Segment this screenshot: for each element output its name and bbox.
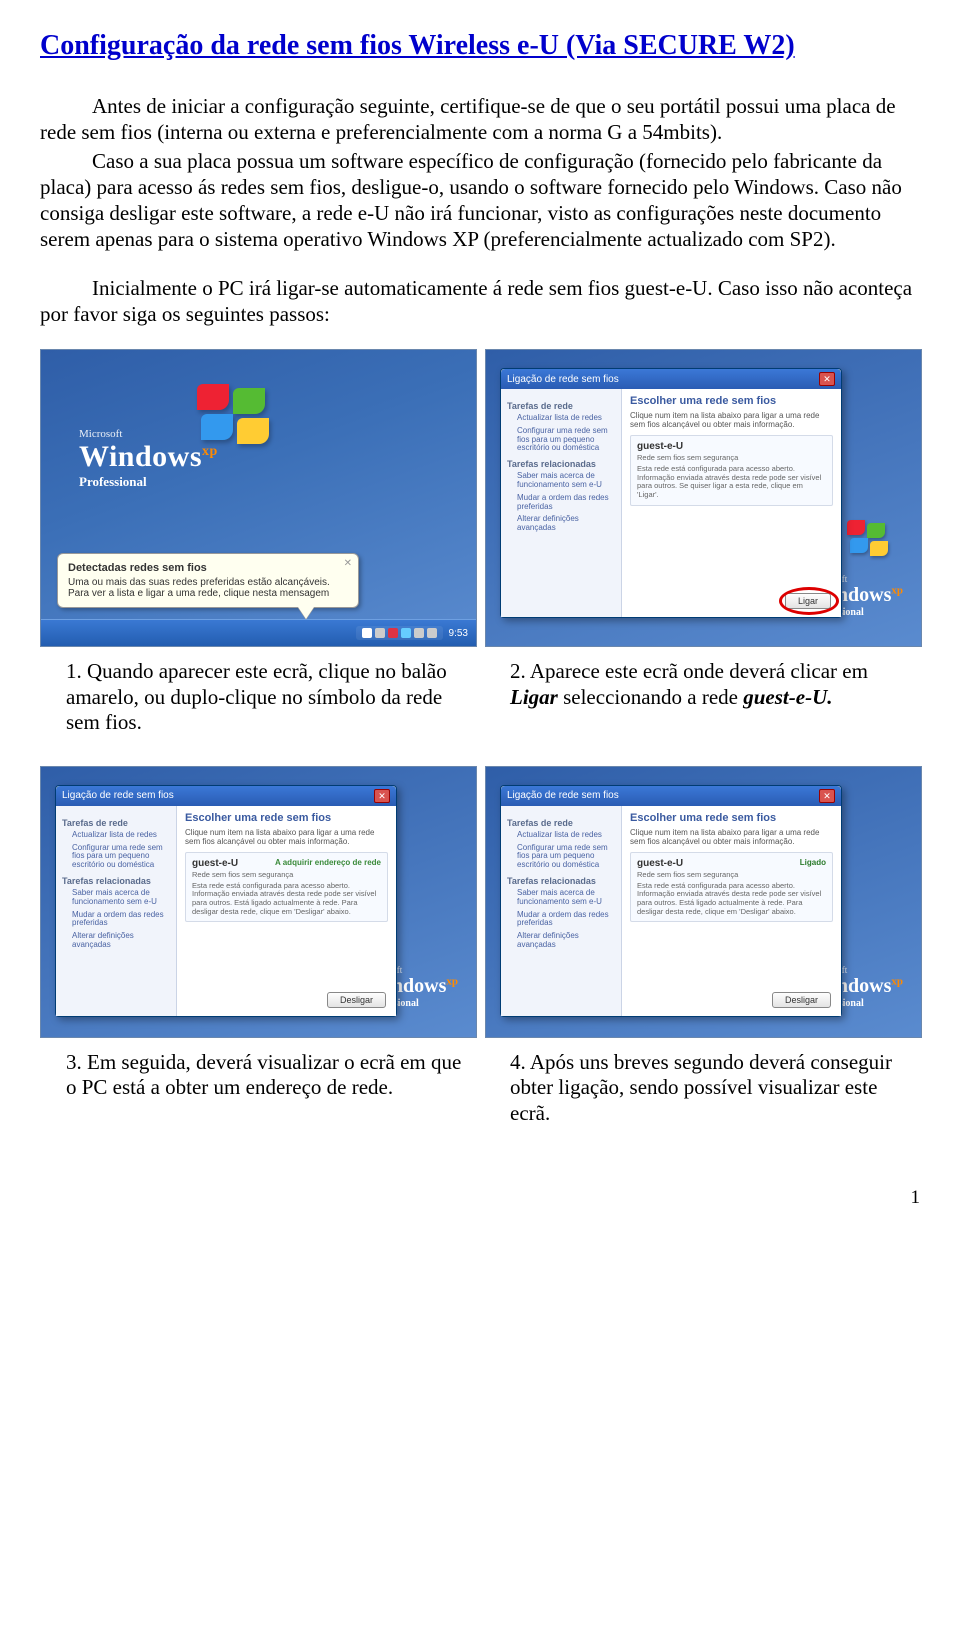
close-icon[interactable]: ✕ [819, 789, 835, 803]
sidebar-link[interactable]: Mudar a ordem das redes preferidas [72, 911, 170, 929]
sidebar-link[interactable]: Actualizar lista de redes [72, 831, 170, 840]
intro-paragraph-3: Inicialmente o PC irá ligar-se automatic… [40, 275, 920, 328]
screenshot-row-1: Microsoft Windowsxp Professional ✕ Detec… [40, 349, 920, 647]
network-item[interactable]: A adquirir endereço de rede guest-e-U Re… [185, 852, 388, 922]
window-titlebar: Ligação de rede sem fios ✕ [501, 369, 841, 389]
taskbar-clock: 9:53 [449, 628, 468, 639]
sidebar-link[interactable]: Saber mais acerca de funcionamento sem e… [72, 889, 170, 907]
system-tray[interactable] [356, 626, 443, 640]
screenshot-4: Microsoft Windowsxp Professional Ligação… [485, 766, 922, 1038]
caption-3: 3. Em seguida, deverá visualizar o ecrã … [40, 1050, 476, 1127]
sidebar-link[interactable]: Configurar uma rede sem fios para um peq… [517, 844, 615, 870]
network-item[interactable]: Ligado guest-e-U Rede sem fios sem segur… [630, 852, 833, 922]
sidebar-link[interactable]: Mudar a ordem das redes preferidas [517, 911, 615, 929]
window-main: Escolher uma rede sem fios Clique num it… [622, 389, 841, 617]
close-icon[interactable]: ✕ [819, 372, 835, 386]
balloon-title: Detectadas redes sem fios [68, 562, 348, 574]
caption-1: 1. Quando aparecer este ecrã, clique no … [40, 659, 476, 736]
caption-2: 2. Aparece este ecrã onde deverá clicar … [500, 659, 920, 736]
tray-icon[interactable] [427, 628, 437, 638]
network-status: Ligado [800, 858, 826, 867]
sidebar-link[interactable]: Actualizar lista de redes [517, 414, 615, 423]
windows-logo: Microsoft Windowsxp Professional [79, 428, 218, 490]
sidebar-link[interactable]: Alterar definições avançadas [517, 932, 615, 950]
wireless-window: Ligação de rede sem fios ✕ Tarefas de re… [500, 368, 842, 618]
windows-flag-icon [847, 520, 895, 560]
tray-icon[interactable] [362, 628, 372, 638]
network-item[interactable]: guest-e-U Rede sem fios sem segurança Es… [630, 435, 833, 505]
page-title: Configuração da rede sem fios Wireless e… [40, 28, 920, 63]
sidebar-link[interactable]: Alterar definições avançadas [72, 932, 170, 950]
wireless-window: Ligação de rede sem fios✕ Tarefas de red… [55, 785, 397, 1017]
caption-row-1: 1. Quando aparecer este ecrã, clique no … [40, 659, 920, 736]
screenshot-2: Microsoft Windowsxp Professional Ligação… [485, 349, 922, 647]
window-sidebar: Tarefas de rede Actualizar lista de rede… [501, 389, 622, 617]
taskbar: 9:53 [41, 619, 476, 646]
connect-button[interactable]: Ligar [785, 593, 831, 609]
caption-4: 4. Após uns breves segundo deverá conseg… [500, 1050, 920, 1127]
caption-row-2: 3. Em seguida, deverá visualizar o ecrã … [40, 1050, 920, 1127]
network-status: A adquirir endereço de rede [275, 858, 381, 867]
intro-paragraph-1: Antes de iniciar a configuração seguinte… [40, 93, 920, 146]
page-number: 1 [40, 1187, 920, 1209]
tray-balloon[interactable]: ✕ Detectadas redes sem fios Uma ou mais … [57, 553, 359, 608]
sidebar-link[interactable]: Configurar uma rede sem fios para um peq… [72, 844, 170, 870]
sidebar-link[interactable]: Saber mais acerca de funcionamento sem e… [517, 472, 615, 490]
tray-icon[interactable] [388, 628, 398, 638]
disconnect-button[interactable]: Desligar [772, 992, 831, 1008]
close-icon[interactable]: ✕ [374, 789, 390, 803]
sidebar-link[interactable]: Mudar a ordem das redes preferidas [517, 494, 615, 512]
screenshot-3: Microsoft Windowsxp Professional Ligação… [40, 766, 477, 1038]
screenshot-row-2: Microsoft Windowsxp Professional Ligação… [40, 766, 920, 1038]
balloon-close-icon[interactable]: ✕ [344, 558, 352, 569]
sidebar-link[interactable]: Actualizar lista de redes [517, 831, 615, 840]
sidebar-link[interactable]: Saber mais acerca de funcionamento sem e… [517, 889, 615, 907]
wifi-icon[interactable] [401, 628, 411, 638]
tray-icon[interactable] [375, 628, 385, 638]
disconnect-button[interactable]: Desligar [327, 992, 386, 1008]
screenshot-1: Microsoft Windowsxp Professional ✕ Detec… [40, 349, 477, 647]
wireless-window: Ligação de rede sem fios✕ Tarefas de red… [500, 785, 842, 1017]
sidebar-link[interactable]: Configurar uma rede sem fios para um peq… [517, 427, 615, 453]
sidebar-link[interactable]: Alterar definições avançadas [517, 515, 615, 533]
tray-icon[interactable] [414, 628, 424, 638]
intro-paragraph-2: Caso a sua placa possua um software espe… [40, 148, 920, 253]
balloon-body: Uma ou mais das suas redes preferidas es… [68, 577, 348, 599]
